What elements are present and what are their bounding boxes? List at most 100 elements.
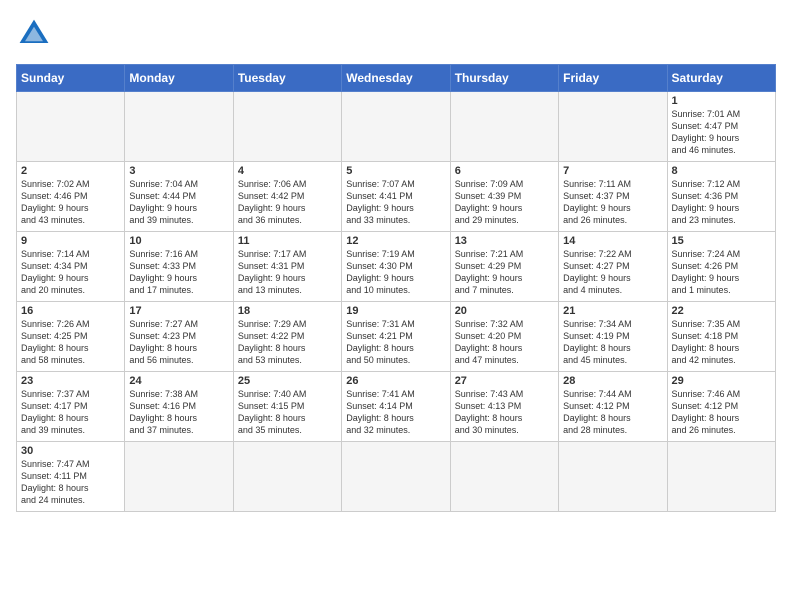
day-number: 6: [455, 165, 554, 177]
calendar-day-cell: 18Sunrise: 7:29 AMSunset: 4:22 PMDayligh…: [233, 302, 341, 372]
calendar-day-cell: 12Sunrise: 7:19 AMSunset: 4:30 PMDayligh…: [342, 232, 450, 302]
day-info: Sunrise: 7:29 AMSunset: 4:22 PMDaylight:…: [238, 318, 337, 367]
day-number: 29: [672, 375, 771, 387]
day-info: Sunrise: 7:35 AMSunset: 4:18 PMDaylight:…: [672, 318, 771, 367]
day-number: 14: [563, 235, 662, 247]
day-number: 3: [129, 165, 228, 177]
calendar-day-cell: 10Sunrise: 7:16 AMSunset: 4:33 PMDayligh…: [125, 232, 233, 302]
day-number: 27: [455, 375, 554, 387]
day-info: Sunrise: 7:01 AMSunset: 4:47 PMDaylight:…: [672, 108, 771, 157]
calendar-day-cell: 29Sunrise: 7:46 AMSunset: 4:12 PMDayligh…: [667, 372, 775, 442]
day-number: 28: [563, 375, 662, 387]
calendar-day-cell: [450, 92, 558, 162]
calendar-day-cell: [450, 442, 558, 512]
calendar-day-cell: 16Sunrise: 7:26 AMSunset: 4:25 PMDayligh…: [17, 302, 125, 372]
calendar-week-row: 1Sunrise: 7:01 AMSunset: 4:47 PMDaylight…: [17, 92, 776, 162]
day-info: Sunrise: 7:26 AMSunset: 4:25 PMDaylight:…: [21, 318, 120, 367]
weekday-header-row: SundayMondayTuesdayWednesdayThursdayFrid…: [17, 65, 776, 92]
day-info: Sunrise: 7:14 AMSunset: 4:34 PMDaylight:…: [21, 248, 120, 297]
day-number: 15: [672, 235, 771, 247]
day-number: 13: [455, 235, 554, 247]
calendar-day-cell: 22Sunrise: 7:35 AMSunset: 4:18 PMDayligh…: [667, 302, 775, 372]
logo: [16, 16, 56, 52]
day-info: Sunrise: 7:34 AMSunset: 4:19 PMDaylight:…: [563, 318, 662, 367]
day-info: Sunrise: 7:44 AMSunset: 4:12 PMDaylight:…: [563, 388, 662, 437]
day-number: 22: [672, 305, 771, 317]
day-number: 2: [21, 165, 120, 177]
calendar-day-cell: 3Sunrise: 7:04 AMSunset: 4:44 PMDaylight…: [125, 162, 233, 232]
calendar-day-cell: 28Sunrise: 7:44 AMSunset: 4:12 PMDayligh…: [559, 372, 667, 442]
calendar-week-row: 30Sunrise: 7:47 AMSunset: 4:11 PMDayligh…: [17, 442, 776, 512]
day-info: Sunrise: 7:27 AMSunset: 4:23 PMDaylight:…: [129, 318, 228, 367]
calendar-day-cell: 25Sunrise: 7:40 AMSunset: 4:15 PMDayligh…: [233, 372, 341, 442]
calendar-day-cell: [125, 442, 233, 512]
calendar-day-cell: 21Sunrise: 7:34 AMSunset: 4:19 PMDayligh…: [559, 302, 667, 372]
day-number: 8: [672, 165, 771, 177]
calendar-day-cell: 14Sunrise: 7:22 AMSunset: 4:27 PMDayligh…: [559, 232, 667, 302]
calendar-day-cell: [233, 92, 341, 162]
day-number: 10: [129, 235, 228, 247]
calendar-day-cell: [667, 442, 775, 512]
day-info: Sunrise: 7:06 AMSunset: 4:42 PMDaylight:…: [238, 178, 337, 227]
logo-icon: [16, 16, 52, 52]
calendar-day-cell: 20Sunrise: 7:32 AMSunset: 4:20 PMDayligh…: [450, 302, 558, 372]
calendar-day-cell: 13Sunrise: 7:21 AMSunset: 4:29 PMDayligh…: [450, 232, 558, 302]
day-number: 16: [21, 305, 120, 317]
calendar-day-cell: [559, 442, 667, 512]
calendar-day-cell: 2Sunrise: 7:02 AMSunset: 4:46 PMDaylight…: [17, 162, 125, 232]
calendar-day-cell: 11Sunrise: 7:17 AMSunset: 4:31 PMDayligh…: [233, 232, 341, 302]
calendar-week-row: 23Sunrise: 7:37 AMSunset: 4:17 PMDayligh…: [17, 372, 776, 442]
day-number: 18: [238, 305, 337, 317]
day-number: 25: [238, 375, 337, 387]
calendar-week-row: 16Sunrise: 7:26 AMSunset: 4:25 PMDayligh…: [17, 302, 776, 372]
day-info: Sunrise: 7:16 AMSunset: 4:33 PMDaylight:…: [129, 248, 228, 297]
day-info: Sunrise: 7:11 AMSunset: 4:37 PMDaylight:…: [563, 178, 662, 227]
calendar-day-cell: 15Sunrise: 7:24 AMSunset: 4:26 PMDayligh…: [667, 232, 775, 302]
weekday-header-thursday: Thursday: [450, 65, 558, 92]
calendar-day-cell: 7Sunrise: 7:11 AMSunset: 4:37 PMDaylight…: [559, 162, 667, 232]
weekday-header-sunday: Sunday: [17, 65, 125, 92]
day-number: 9: [21, 235, 120, 247]
weekday-header-monday: Monday: [125, 65, 233, 92]
day-info: Sunrise: 7:38 AMSunset: 4:16 PMDaylight:…: [129, 388, 228, 437]
calendar-day-cell: 4Sunrise: 7:06 AMSunset: 4:42 PMDaylight…: [233, 162, 341, 232]
calendar-day-cell: 17Sunrise: 7:27 AMSunset: 4:23 PMDayligh…: [125, 302, 233, 372]
day-number: 17: [129, 305, 228, 317]
day-number: 12: [346, 235, 445, 247]
calendar-week-row: 9Sunrise: 7:14 AMSunset: 4:34 PMDaylight…: [17, 232, 776, 302]
calendar-day-cell: 8Sunrise: 7:12 AMSunset: 4:36 PMDaylight…: [667, 162, 775, 232]
day-info: Sunrise: 7:22 AMSunset: 4:27 PMDaylight:…: [563, 248, 662, 297]
day-number: 30: [21, 445, 120, 457]
calendar-week-row: 2Sunrise: 7:02 AMSunset: 4:46 PMDaylight…: [17, 162, 776, 232]
weekday-header-tuesday: Tuesday: [233, 65, 341, 92]
day-info: Sunrise: 7:47 AMSunset: 4:11 PMDaylight:…: [21, 458, 120, 507]
calendar-table: SundayMondayTuesdayWednesdayThursdayFrid…: [16, 64, 776, 512]
day-info: Sunrise: 7:17 AMSunset: 4:31 PMDaylight:…: [238, 248, 337, 297]
day-number: 20: [455, 305, 554, 317]
day-info: Sunrise: 7:07 AMSunset: 4:41 PMDaylight:…: [346, 178, 445, 227]
calendar-day-cell: 1Sunrise: 7:01 AMSunset: 4:47 PMDaylight…: [667, 92, 775, 162]
day-number: 1: [672, 95, 771, 107]
day-number: 26: [346, 375, 445, 387]
calendar-day-cell: 9Sunrise: 7:14 AMSunset: 4:34 PMDaylight…: [17, 232, 125, 302]
calendar-day-cell: [17, 92, 125, 162]
calendar-day-cell: 27Sunrise: 7:43 AMSunset: 4:13 PMDayligh…: [450, 372, 558, 442]
calendar-day-cell: 24Sunrise: 7:38 AMSunset: 4:16 PMDayligh…: [125, 372, 233, 442]
calendar-body: 1Sunrise: 7:01 AMSunset: 4:47 PMDaylight…: [17, 92, 776, 512]
day-number: 24: [129, 375, 228, 387]
calendar-day-cell: [125, 92, 233, 162]
day-number: 19: [346, 305, 445, 317]
page-header: [16, 16, 776, 52]
calendar-day-cell: 26Sunrise: 7:41 AMSunset: 4:14 PMDayligh…: [342, 372, 450, 442]
day-info: Sunrise: 7:12 AMSunset: 4:36 PMDaylight:…: [672, 178, 771, 227]
day-info: Sunrise: 7:24 AMSunset: 4:26 PMDaylight:…: [672, 248, 771, 297]
calendar-day-cell: [233, 442, 341, 512]
day-info: Sunrise: 7:31 AMSunset: 4:21 PMDaylight:…: [346, 318, 445, 367]
day-number: 23: [21, 375, 120, 387]
calendar-day-cell: [342, 92, 450, 162]
day-info: Sunrise: 7:46 AMSunset: 4:12 PMDaylight:…: [672, 388, 771, 437]
day-info: Sunrise: 7:19 AMSunset: 4:30 PMDaylight:…: [346, 248, 445, 297]
day-info: Sunrise: 7:02 AMSunset: 4:46 PMDaylight:…: [21, 178, 120, 227]
calendar-day-cell: 23Sunrise: 7:37 AMSunset: 4:17 PMDayligh…: [17, 372, 125, 442]
day-number: 5: [346, 165, 445, 177]
